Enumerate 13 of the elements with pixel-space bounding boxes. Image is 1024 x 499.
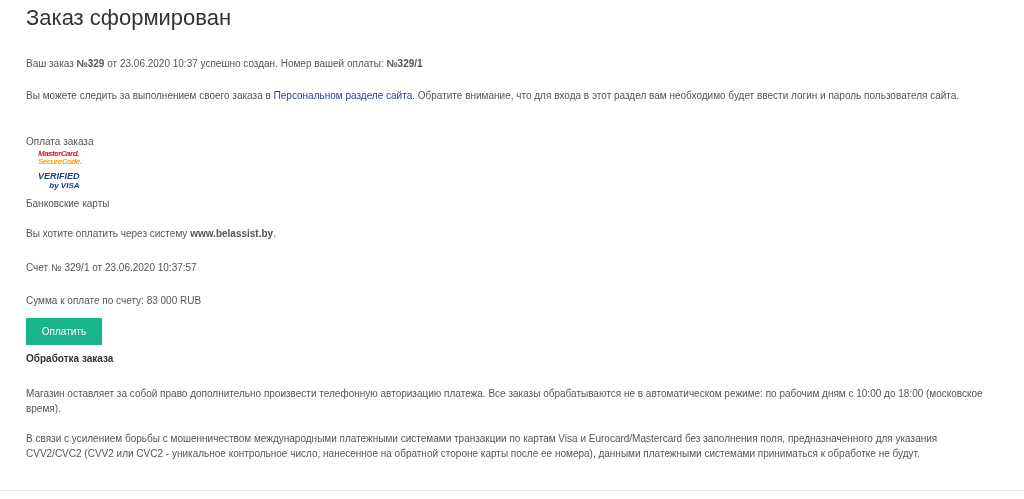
payment-method: Банковские карты (26, 197, 111, 211)
payment-system-note: Вы хотите оплатить через систему www.belassist.by. (26, 227, 277, 241)
payment-heading: Оплата заказа (26, 135, 95, 149)
mastercard-securecode-logo: MasterCard. SecureCode. (38, 150, 82, 166)
tracking-note: Вы можете следить за выполнением своего заказа в Персональном разделе сайта. Обратите внимание, что для входа в этот раздел вам необходимо будет ввести логин и пароль пользователя сайта. (26, 89, 961, 103)
verified-by-visa-logo: VERIFIED by VISA (38, 171, 80, 190)
processing-paragraph: Магазин оставляет за собой право дополнительно произвести телефонную авторизацию платежа. Все заказы обрабатываются не в автоматическом режиме: по рабочим дням с 10:00 до 18:00 (московское время). (26, 387, 984, 416)
page-title: Заказ сформирован (26, 4, 233, 32)
processing-heading: Обработка заказа (26, 352, 115, 366)
invoice-number: Счет № 329/1 от 23.06.2020 10:37:57 (26, 261, 198, 275)
processing-paragraph: В связи с усилением борьбы с мошенничеством международными платежными системами транзакции по картам Visa и Eurocard/Mastercard без заполнения поля, предназначенного для указания CVV2/CVC2 (CVV2 или CVC2 - уникальное контрольное число, нанесенное на обратной стороне карты после ее номера), данными платежными системами приниматься к обработке не будут. (26, 432, 939, 461)
order-message: Ваш заказ №329 от 23.06.2020 10:37 успешно создан. Номер вашей оплаты: №329/1 (26, 57, 424, 71)
amount-due: Сумма к оплате по счету: 83 000 RUB (26, 294, 203, 308)
